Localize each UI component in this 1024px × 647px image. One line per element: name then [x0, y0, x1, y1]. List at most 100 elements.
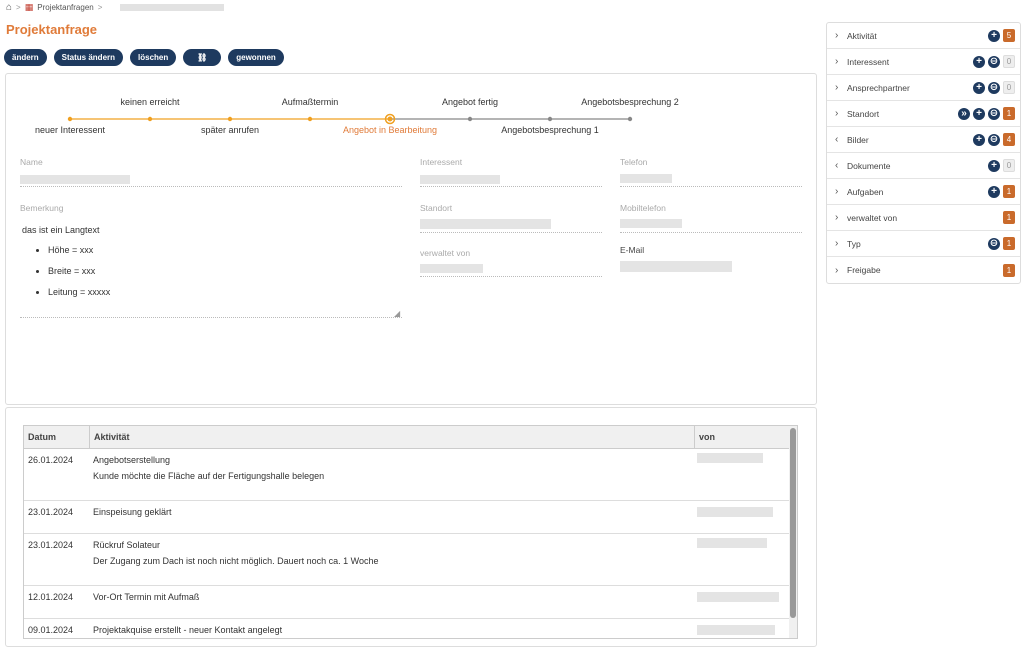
progress-step-dot[interactable]: [147, 116, 153, 122]
interessent-value[interactable]: [420, 175, 500, 184]
sidebar-item[interactable]: › Aktivität +5: [827, 23, 1020, 49]
row-activity-description: Kunde möchte die Fläche auf der Fertigun…: [93, 471, 325, 481]
delete-button[interactable]: löschen: [130, 49, 177, 66]
sidebar-item-label: Interessent: [847, 56, 890, 67]
remark-list-item: Breite = xxx: [48, 266, 110, 276]
breadcrumb-item-projektanfragen[interactable]: Projektanfragen: [37, 3, 93, 12]
email-value[interactable]: [620, 261, 732, 272]
change-status-button[interactable]: Status ändern: [53, 49, 124, 66]
chevron-right-icon[interactable]: ›: [835, 30, 845, 41]
home-icon[interactable]: ⌂: [6, 2, 12, 13]
chevron-right-icon[interactable]: ›: [835, 186, 845, 197]
name-label: Name: [20, 157, 43, 167]
mobiltelefon-field-line: [620, 232, 802, 233]
chevron-right-icon[interactable]: ›: [835, 108, 845, 119]
count-badge: 5: [1003, 29, 1015, 42]
sidebar-item-label: Standort: [847, 108, 880, 119]
name-value: [20, 175, 130, 184]
chevron-left-icon[interactable]: ‹: [835, 160, 845, 171]
count-badge: 0: [1003, 159, 1015, 172]
sidebar-item[interactable]: › Interessent + ⊖ 0: [827, 49, 1020, 75]
sidebar-item[interactable]: › Standort » + ⊖ 1: [827, 101, 1020, 127]
chevron-right-icon[interactable]: ›: [835, 56, 845, 67]
plus-icon[interactable]: +: [973, 55, 985, 68]
row-author: [697, 625, 775, 635]
sidebar-item[interactable]: › Freigabe 1: [827, 257, 1020, 283]
progress-step-dot[interactable]: [227, 116, 233, 122]
count-badge: 0: [1003, 55, 1015, 68]
progress-step-dot[interactable]: [67, 116, 73, 122]
sidebar-item[interactable]: › Ansprechpartner + ⊖ 0: [827, 75, 1020, 101]
telefon-value[interactable]: [620, 174, 672, 183]
row-date: 23.01.2024: [28, 507, 74, 517]
progress-step-dot[interactable]: [467, 116, 473, 122]
row-activity-title: Einspeisung geklärt: [93, 507, 172, 517]
count-badge: 1: [1003, 263, 1015, 277]
link-button[interactable]: ⛓: [183, 49, 222, 66]
row-date: 09.01.2024: [28, 625, 74, 635]
sidebar-item[interactable]: › Typ ⊖ 1: [827, 231, 1020, 257]
plus-icon[interactable]: +: [988, 29, 1000, 42]
sidebar-item-label: Dokumente: [847, 160, 891, 171]
edit-button[interactable]: ändern: [4, 49, 47, 66]
sidebar-item[interactable]: ‹ Bilder + ⊖ 4: [827, 127, 1020, 153]
column-header-von[interactable]: von: [694, 426, 715, 448]
progress-step-label: keinen erreicht: [120, 97, 180, 107]
remark-list-item: Leitung = xxxxx: [48, 287, 110, 297]
table-row[interactable]: 26.01.2024 Angebotserstellung Kunde möchte…: [24, 449, 797, 501]
row-date: 26.01.2024: [28, 455, 74, 465]
scrollbar-thumb[interactable]: [790, 428, 796, 618]
row-author: [697, 453, 763, 463]
sidebar-item[interactable]: › verwaltet von 1: [827, 205, 1020, 231]
remark-text[interactable]: das ist ein Langtext Höhe = xxx Breite =…: [22, 225, 110, 308]
sidebar-item[interactable]: › Aufgaben +1: [827, 179, 1020, 205]
progress-step-label: Angebotsbesprechung 2: [581, 97, 679, 107]
row-author: [697, 592, 779, 602]
progress-step-dot[interactable]: [387, 116, 393, 122]
progress-step-dot[interactable]: [307, 116, 313, 122]
plus-icon[interactable]: +: [988, 159, 1000, 172]
sidebar-item[interactable]: ‹ Dokumente +0: [827, 153, 1020, 179]
scrollbar[interactable]: [789, 426, 797, 638]
link-icon[interactable]: ⊖: [988, 133, 1000, 146]
table-row[interactable]: 09.01.2024 Projektakquise erstellt - neue…: [24, 619, 797, 638]
chevron-left-icon[interactable]: ‹: [835, 134, 845, 145]
mobiltelefon-value[interactable]: [620, 219, 682, 228]
link-icon[interactable]: ⊖: [988, 55, 1000, 68]
chevron-right-icon[interactable]: ›: [835, 82, 845, 93]
link-icon[interactable]: ⊖: [988, 81, 1000, 94]
progress-step-dot[interactable]: [547, 116, 553, 122]
breadcrumb-separator: >: [16, 2, 21, 12]
sidebar-item-label: Bilder: [847, 134, 869, 145]
chevron-right-icon[interactable]: ›: [835, 212, 845, 223]
remark-list-item: Höhe = xxx: [48, 245, 110, 255]
resize-handle-icon[interactable]: ◢: [394, 309, 400, 318]
sidebar-panel: › Aktivität +5 › Interessent + ⊖ 0 › Ansprechpart…: [826, 22, 1021, 284]
link-icon[interactable]: ⊖: [988, 237, 1000, 250]
sidebar-item-label: Aufgaben: [847, 186, 884, 197]
row-activity-title: Vor-Ort Termin mit Aufmaß: [93, 592, 200, 602]
page-title: Projektanfrage: [6, 22, 98, 37]
chevron-right-icon[interactable]: ›: [835, 238, 845, 249]
forward-icon[interactable]: »: [958, 107, 970, 120]
breadcrumb-separator: >: [97, 2, 103, 12]
plus-icon[interactable]: +: [973, 107, 985, 120]
table-row[interactable]: 23.01.2024 Einspeisung geklärt: [24, 501, 797, 534]
table-row[interactable]: 23.01.2024 Rückruf Solateur Der Zugang zum…: [24, 534, 797, 586]
plus-icon[interactable]: +: [988, 185, 1000, 198]
verwaltet-von-value[interactable]: [420, 264, 483, 273]
chevron-right-icon[interactable]: ›: [835, 265, 845, 276]
column-header-datum[interactable]: Datum: [24, 432, 89, 442]
link-icon[interactable]: ⊖: [988, 107, 1000, 120]
plus-icon[interactable]: +: [973, 133, 985, 146]
row-activity-title: Angebotserstellung: [93, 455, 171, 465]
table-row[interactable]: 12.01.2024 Vor-Ort Termin mit Aufmaß: [24, 586, 797, 619]
progress-step-dot[interactable]: [627, 116, 633, 122]
standort-value[interactable]: [420, 219, 551, 229]
plus-icon[interactable]: +: [973, 81, 985, 94]
progress-step-label: Angebot fertig: [441, 97, 499, 107]
row-activity-description: Der Zugang zum Dach ist noch nicht mögli…: [93, 556, 379, 566]
column-header-aktivitaet[interactable]: Aktivität: [89, 426, 694, 448]
won-button[interactable]: gewonnen: [228, 49, 284, 66]
row-author: [697, 538, 767, 548]
